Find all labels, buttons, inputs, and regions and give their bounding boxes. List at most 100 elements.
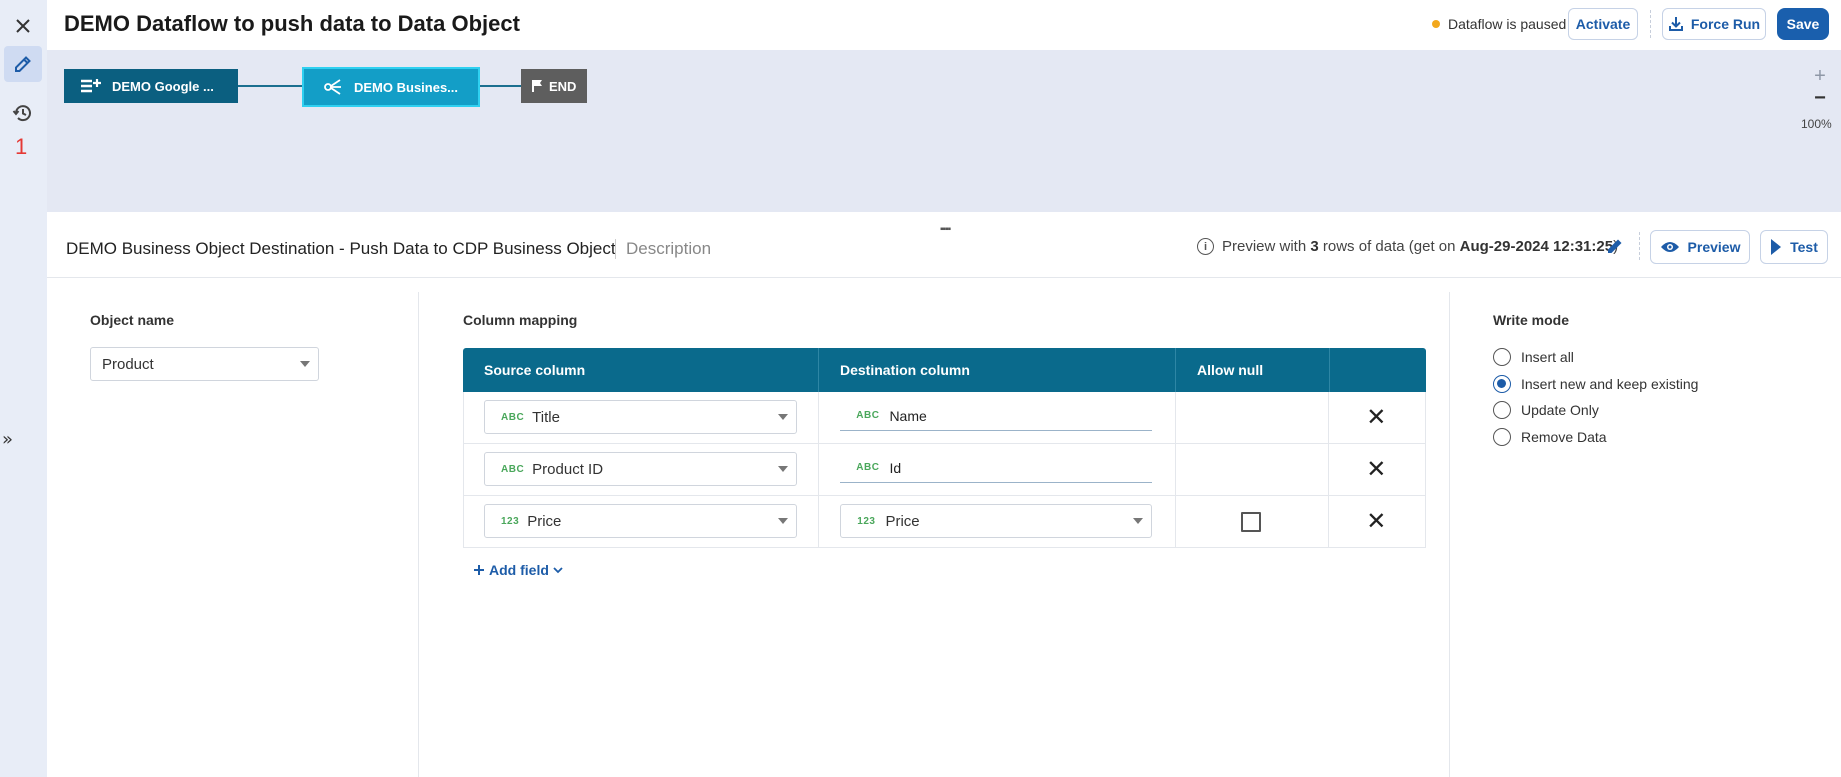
edit-mode-button[interactable] [4, 46, 42, 82]
write-mode-option[interactable]: Remove Data [1493, 428, 1607, 446]
radio-button[interactable] [1493, 428, 1511, 446]
preview-info: i Preview with 3 rows of data (get on Au… [1197, 238, 1618, 255]
destination-column-value: Id [889, 459, 902, 476]
download-icon [1668, 17, 1683, 31]
eye-icon [1660, 242, 1679, 252]
delete-row-icon[interactable]: ✕ [1366, 405, 1386, 429]
source-column-select[interactable]: ABC Title [484, 400, 797, 434]
flow-node-destination[interactable]: DEMO Busines... [302, 67, 480, 107]
write-mode-label: Write mode [1493, 312, 1569, 328]
add-field-label: Add field [489, 562, 549, 578]
flow-node-end[interactable]: END [521, 69, 587, 103]
history-button[interactable] [4, 95, 42, 131]
delete-row-icon[interactable]: ✕ [1366, 509, 1386, 533]
destination-cell: ABC Id [819, 444, 1176, 495]
destination-column-input[interactable]: ABC Id [840, 453, 1153, 483]
divider [1650, 10, 1651, 38]
zoom-level: 100% [1801, 117, 1832, 131]
preview-prefix: Preview with [1222, 238, 1307, 255]
branch-icon [324, 79, 341, 95]
flow-node-label: DEMO Busines... [354, 79, 459, 95]
write-mode-option-label: Insert all [1521, 349, 1574, 365]
flow-node-source[interactable]: DEMO Google ... [64, 69, 238, 103]
delete-cell: ✕ [1329, 392, 1425, 443]
step-title[interactable]: DEMO Business Object Destination - Push … [66, 239, 616, 259]
history-icon [12, 105, 31, 122]
table-add-icon [81, 79, 101, 93]
source-column-select[interactable]: ABC Product ID [484, 452, 797, 486]
description-field[interactable]: Description [615, 239, 711, 259]
preview-rows: 3 [1310, 238, 1319, 255]
write-mode-option[interactable]: Update Only [1493, 401, 1599, 419]
flow-node-label: END [549, 78, 577, 94]
zoom-in-button[interactable]: + [1809, 65, 1831, 87]
table-row: 123 Price 123 Price ✕ [463, 496, 1426, 548]
delete-row-icon[interactable]: ✕ [1366, 457, 1386, 481]
flag-icon [532, 80, 542, 92]
destination-column-input[interactable]: ABC Name [840, 401, 1153, 431]
table-row: ABC Title ABC Name ✕ [463, 392, 1426, 444]
allow-null-checkbox[interactable] [1240, 512, 1261, 532]
plus-icon [474, 565, 484, 575]
allow-null-cell [1176, 444, 1330, 495]
pencil-icon [15, 56, 31, 72]
delete-cell: ✕ [1329, 496, 1425, 547]
save-button[interactable]: Save [1777, 8, 1829, 40]
top-bar: DEMO Dataflow to push data to Data Objec… [47, 0, 1841, 50]
close-button[interactable] [4, 8, 42, 44]
expand-icon[interactable]: » [2, 430, 20, 450]
radio-button[interactable] [1493, 348, 1511, 366]
destination-column-select[interactable]: 123 Price [840, 504, 1153, 538]
preview-label: Preview [1687, 239, 1741, 255]
chevron-down-icon [778, 466, 788, 472]
column-mapping-panel: Column mapping Source column Destination… [419, 292, 1450, 777]
edit-preview-button[interactable] [1605, 236, 1629, 260]
type-tag: ABC [501, 411, 525, 423]
type-tag: ABC [856, 462, 880, 473]
column-mapping-table: Source column Destination column Allow n… [463, 348, 1426, 548]
test-button[interactable]: Test [1760, 230, 1828, 264]
flow-connector [480, 85, 521, 87]
header-destination-column: Destination column [819, 348, 1176, 392]
object-name-select[interactable]: Product [90, 347, 319, 381]
source-cell: 123 Price [464, 496, 820, 547]
destination-column-value: Price [885, 512, 920, 530]
pencil-icon [1608, 239, 1622, 253]
force-run-button[interactable]: Force Run [1662, 8, 1766, 40]
radio-button-selected[interactable] [1493, 375, 1511, 393]
object-panel: Object name Product [47, 292, 419, 777]
close-icon [16, 19, 30, 33]
status-text: Dataflow is paused [1448, 16, 1567, 32]
type-tag: 123 [501, 515, 520, 527]
chevron-down-icon [778, 518, 788, 524]
add-field-button[interactable]: Add field [473, 562, 563, 578]
write-mode-option[interactable]: Insert all [1493, 348, 1574, 366]
preview-button[interactable]: Preview [1650, 230, 1750, 264]
test-label: Test [1790, 239, 1818, 255]
write-mode-option-label: Update Only [1521, 402, 1599, 418]
divider [1639, 232, 1640, 260]
object-name-value: Product [102, 355, 154, 373]
source-cell: ABC Product ID [464, 444, 820, 495]
allow-null-cell [1176, 392, 1330, 443]
type-tag: ABC [501, 463, 525, 475]
write-mode-option-label: Remove Data [1521, 429, 1607, 445]
left-sidebar: 1 » [0, 0, 47, 777]
source-column-value: Product ID [532, 460, 604, 478]
type-tag: ABC [856, 410, 880, 421]
write-mode-option-label: Insert new and keep existing [1521, 376, 1699, 392]
activate-button[interactable]: Activate [1568, 8, 1638, 40]
table-row: ABC Product ID ABC Id ✕ [463, 444, 1426, 496]
zoom-out-button[interactable]: − [1809, 88, 1831, 110]
source-column-select[interactable]: 123 Price [484, 504, 797, 538]
radio-button[interactable] [1493, 401, 1511, 419]
header-source-column: Source column [463, 348, 819, 392]
column-mapping-label: Column mapping [463, 312, 578, 328]
flow-canvas[interactable]: DEMO Google ... DEMO Busines... END + − … [47, 50, 1841, 212]
destination-column-value: Name [889, 407, 927, 424]
chevron-down-icon [778, 414, 788, 420]
chevron-down-icon [300, 361, 310, 367]
info-icon: i [1197, 238, 1214, 255]
write-mode-option[interactable]: Insert new and keep existing [1493, 375, 1698, 393]
destination-cell: ABC Name [819, 392, 1176, 443]
